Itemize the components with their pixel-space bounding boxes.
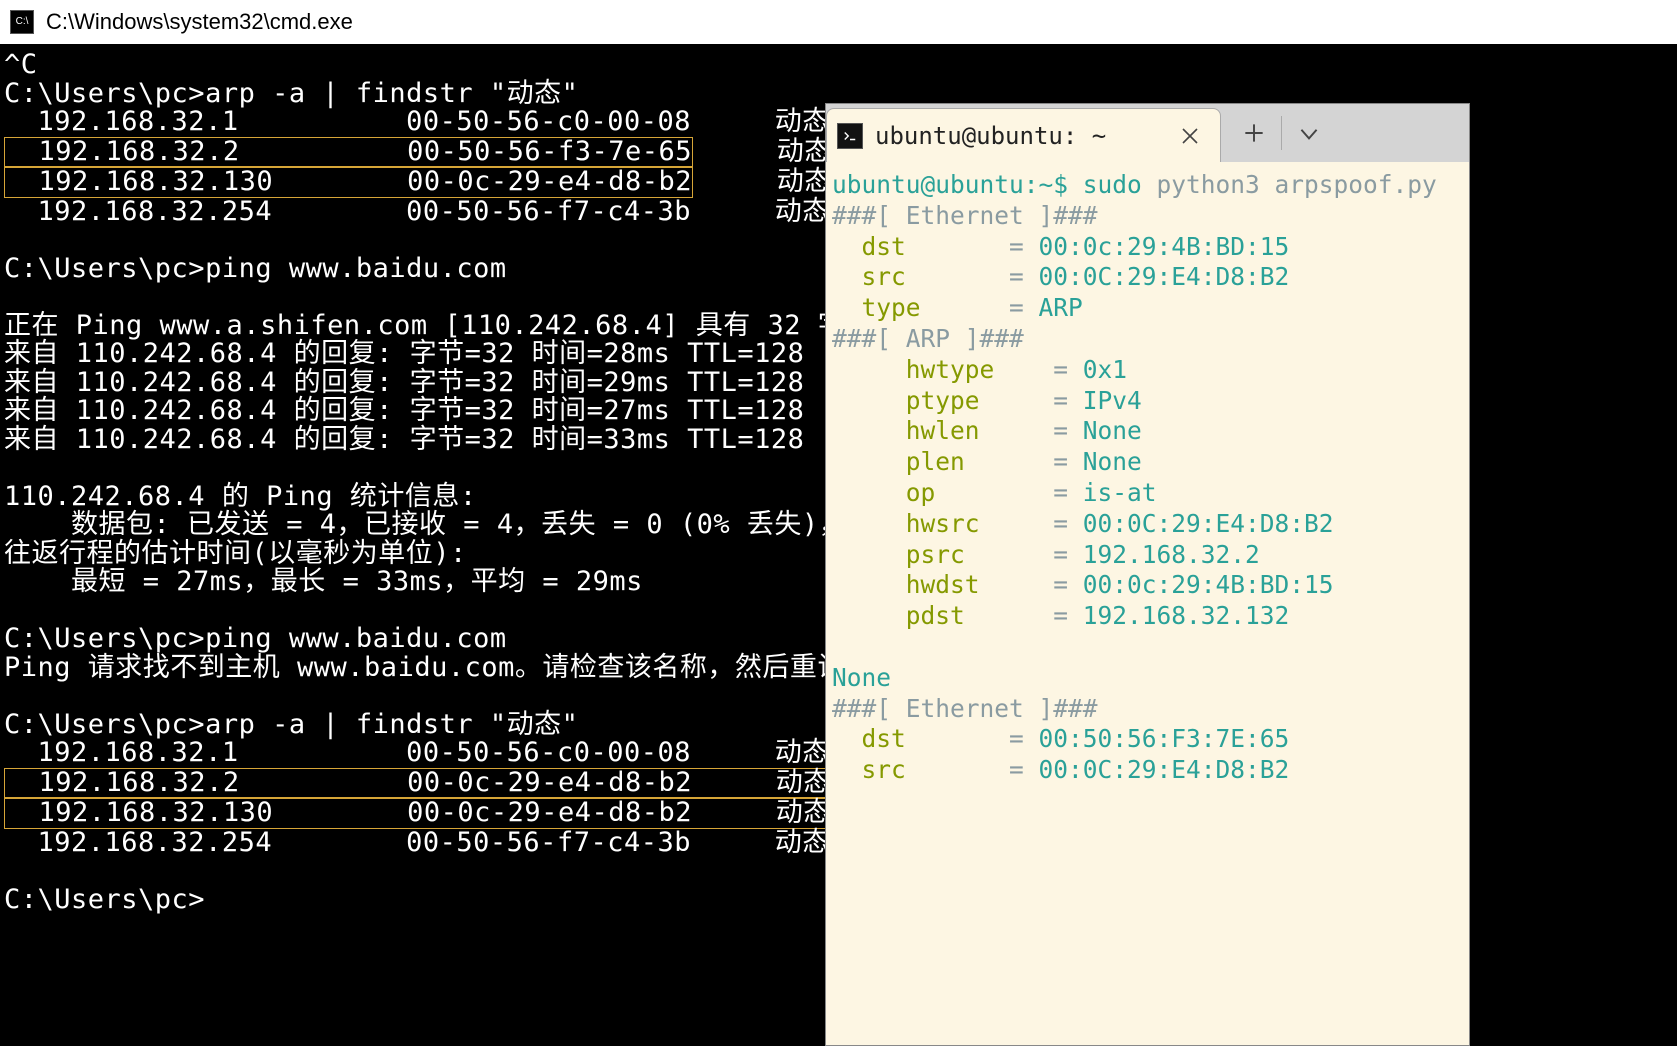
field-key: ptype [832,386,1053,415]
out-line: 来自 110.242.68.4 的回复: 字节=32 时间=29ms TTL=1… [4,367,804,398]
cmd-sudo: sudo [1083,170,1142,199]
out-line: 来自 110.242.68.4 的回复: 字节=32 时间=28ms TTL=1… [4,338,804,369]
out-line: 来自 110.242.68.4 的回复: 字节=32 时间=33ms TTL=1… [4,424,804,455]
scapy-header: ###[ Ethernet ]### [832,201,1098,230]
field-val: 0x1 [1083,355,1127,384]
out-line: 最短 = 27ms，最长 = 33ms，平均 = 29ms [4,566,643,597]
ubuntu-prompt: ubuntu@ubuntu:~$ [832,170,1083,199]
out-line: 往返行程的估计时间(以毫秒为单位): [4,538,467,569]
cmd-titlebar[interactable]: C:\ C:\Windows\system32\cmd.exe [0,0,1677,45]
cmd-title: C:\Windows\system32\cmd.exe [46,9,353,35]
out-line: None [832,663,891,692]
field-val: None [1083,447,1142,476]
field-val: 192.168.32.132 [1083,601,1290,630]
field-val: ARP [1039,293,1083,322]
out-line: 来自 110.242.68.4 的回复: 字节=32 时间=27ms TTL=1… [4,395,804,426]
arp-row: 192.168.32.1 00-50-56-c0-00-08 动态 [4,737,830,768]
field-key: dst [832,232,1009,261]
ubuntu-tabbar: ubuntu@ubuntu: ~ [826,104,1469,162]
scapy-header: ###[ ARP ]### [832,324,1024,353]
out-line: 数据包: 已发送 = 4，已接收 = 4，丢失 = 0 (0% 丢失)， [4,509,846,540]
field-key: type [832,293,1009,322]
field-val: 00:0C:29:E4:D8:B2 [1083,509,1334,538]
ubuntu-tabbar-actions [1221,104,1469,162]
arp-highlight-row: 192.168.32.130 00-0c-29-e4-d8-b2 [4,167,693,198]
arp-row: 192.168.32.1 00-50-56-c0-00-08 动态 [4,106,830,137]
field-key: hwtype [832,355,1053,384]
out-line: 110.242.68.4 的 Ping 统计信息: [4,481,477,512]
field-key: op [832,478,1053,507]
prompt-line: C:\Users\pc>ping www.baidu.com [4,253,507,284]
field-val: 192.168.32.2 [1083,540,1260,569]
field-val: None [1083,416,1142,445]
field-val: is-at [1083,478,1157,507]
arp-highlight-row: 192.168.32.2 00-0c-29-e4-d8-b2 动态 [4,768,832,799]
field-key: src [832,755,1009,784]
field-val: 00:0C:29:E4:D8:B2 [1039,755,1290,784]
field-val: 00:0C:29:E4:D8:B2 [1039,262,1290,291]
ubuntu-body[interactable]: ubuntu@ubuntu:~$ sudo python3 arpspoof.p… [826,162,1469,1045]
field-val: IPv4 [1083,386,1142,415]
arp-highlight-row: 192.168.32.2 00-50-56-f3-7e-65 [4,137,693,168]
chevron-down-icon[interactable] [1296,120,1322,146]
field-key: hwsrc [832,509,1053,538]
field-val: 00:0c:29:4B:BD:15 [1083,570,1334,599]
cmd-icon: C:\ [10,10,34,34]
field-key: dst [832,724,1009,753]
divider [1281,116,1282,150]
field-key: pdst [832,601,1053,630]
terminal-icon [837,123,863,149]
ubuntu-tab-label: ubuntu@ubuntu: ~ [875,122,1166,150]
field-key: src [832,262,1009,291]
field-key: hwlen [832,416,1053,445]
field-key: psrc [832,540,1053,569]
prompt-line: C:\Users\pc>arp -a | findstr "动态" [4,78,578,109]
ubuntu-tab[interactable]: ubuntu@ubuntu: ~ [826,108,1221,162]
scapy-header: ###[ Ethernet ]### [832,694,1098,723]
out-line: ^C [4,49,38,80]
field-val: 00:0c:29:4B:BD:15 [1039,232,1290,261]
prompt-line: C:\Users\pc> [4,884,205,915]
arp-highlight-row: 192.168.32.130 00-0c-29-e4-d8-b2 动态 [4,798,832,829]
close-icon[interactable] [1178,124,1202,148]
prompt-line: C:\Users\pc>ping www.baidu.com [4,623,507,654]
field-key: hwdst [832,570,1053,599]
arp-row: 192.168.32.254 00-50-56-f7-c4-3b 动态 [4,196,830,227]
field-key: plen [832,447,1053,476]
arp-row: 192.168.32.254 00-50-56-f7-c4-3b 动态 [4,827,830,858]
out-line: Ping 请求找不到主机 www.baidu.com。请检查该名称，然后重试。 [4,652,872,683]
new-tab-icon[interactable] [1241,120,1267,146]
ubuntu-terminal-window: ubuntu@ubuntu: ~ ubuntu@ubuntu:~$ sudo p… [825,103,1470,1046]
field-val: 00:50:56:F3:7E:65 [1039,724,1290,753]
cmd-rest: python3 arpspoof.py [1142,170,1437,199]
prompt-line: C:\Users\pc>arp -a | findstr "动态" [4,709,578,740]
